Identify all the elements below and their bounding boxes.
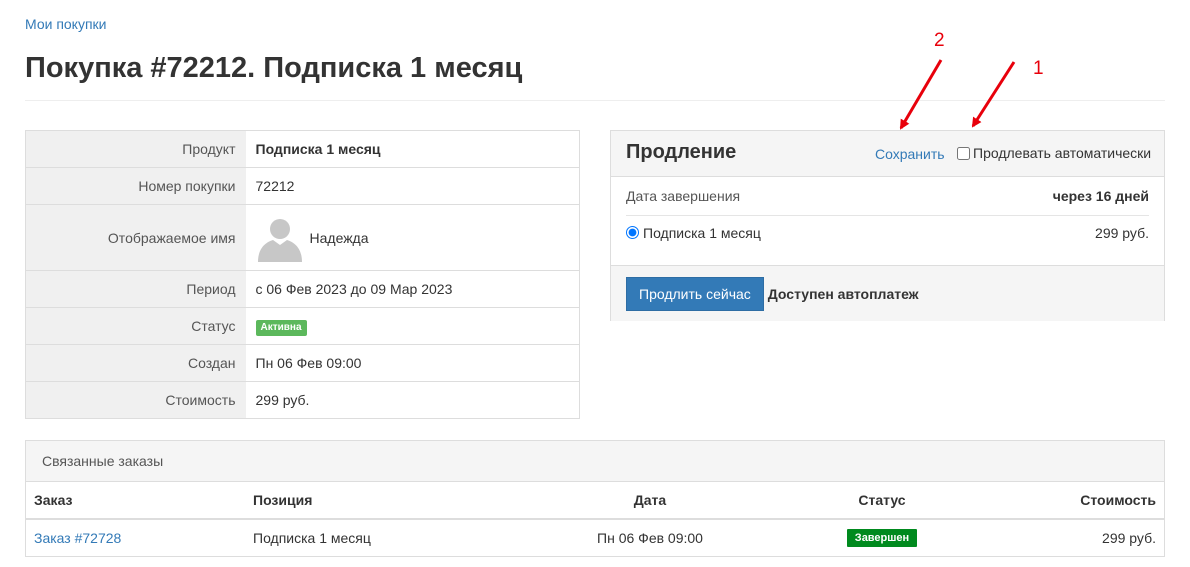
annotation-arrow-2	[899, 59, 943, 130]
save-link[interactable]: Сохранить	[875, 146, 945, 162]
info-label: Стоимость	[25, 381, 246, 419]
column-header-item: Позиция	[245, 482, 545, 520]
auto-renew-toggle[interactable]: Продлевать автоматически	[957, 145, 1151, 161]
renewal-title: Продление	[626, 141, 737, 163]
user-silhouette-icon	[257, 218, 302, 262]
related-orders-title: Связанные заказы	[26, 441, 1164, 482]
info-value: Подписка 1 месяц	[245, 130, 580, 168]
autopay-text: Доступен автоплатеж	[767, 285, 919, 302]
column-header-status: Статус	[755, 482, 1009, 520]
info-row-period: Период с 06 Фев 2023 до 09 Мар 2023	[25, 270, 580, 308]
renewal-header: Продление Сохранить Продлевать автоматич…	[611, 131, 1164, 177]
info-row-status: Статус Активна	[25, 307, 580, 345]
info-row-created: Создан Пн 06 Фев 09:00	[25, 344, 580, 382]
renewal-footer: Продлить сейчас Доступен автоплатеж	[611, 265, 1164, 321]
plan-label: Подписка 1 месяц	[643, 224, 761, 241]
info-row-product: Продукт Подписка 1 месяц	[25, 130, 580, 168]
info-row-display-name: Отображаемое имя Надежда	[25, 204, 580, 271]
table-header-row: Заказ Позиция Дата Статус Стоимость	[26, 482, 1164, 520]
column-header-order: Заказ	[26, 482, 245, 520]
plan-radio[interactable]	[626, 226, 639, 239]
auto-renew-label: Продлевать автоматически	[973, 145, 1152, 161]
column-header-cost: Стоимость	[1009, 482, 1164, 520]
auto-renew-checkbox[interactable]	[957, 146, 970, 160]
order-link[interactable]: Заказ #72728	[34, 530, 121, 546]
end-date-value: через 16 дней	[1052, 188, 1149, 204]
end-date-label: Дата завершения	[626, 188, 741, 204]
purchase-info-table: Продукт Подписка 1 месяц Номер покупки 7…	[25, 130, 580, 419]
page-title: Покупка #72212. Подписка 1 месяц	[25, 52, 523, 84]
status-badge: Активна	[255, 319, 307, 336]
display-name: Надежда	[309, 229, 369, 246]
annotation-number-1: 1	[1033, 58, 1044, 79]
plan-option-row[interactable]: Подписка 1 месяц 299 руб.	[626, 215, 1149, 249]
info-value: Пн 06 Фев 09:00	[245, 344, 580, 382]
info-row-number: Номер покупки 72212	[25, 167, 580, 205]
info-label: Отображаемое имя	[25, 204, 246, 271]
end-date-row: Дата завершения через 16 дней	[626, 177, 1149, 215]
info-value: с 06 Фев 2023 до 09 Мар 2023	[245, 270, 580, 308]
status-cell: Завершен	[755, 519, 1009, 555]
annotation-arrow-1	[971, 61, 1016, 128]
related-orders-panel: Связанные заказы Заказ Позиция Дата Стат…	[25, 440, 1165, 557]
info-label: Создан	[25, 344, 246, 382]
info-value: Активна	[245, 307, 580, 345]
info-label: Номер покупки	[25, 167, 246, 205]
renewal-body: Дата завершения через 16 дней Подписка 1…	[611, 177, 1164, 249]
item-cell: Подписка 1 месяц	[253, 529, 371, 546]
info-value: 72212	[245, 167, 580, 205]
annotation-number-2: 2	[934, 30, 945, 51]
info-row-cost: Стоимость 299 руб.	[25, 381, 580, 419]
info-value: 299 руб.	[245, 381, 580, 419]
order-cell: Заказ #72728	[26, 519, 245, 555]
renewal-panel: Продление Сохранить Продлевать автоматич…	[610, 130, 1165, 321]
info-label: Продукт	[25, 130, 246, 168]
column-header-date: Дата	[545, 482, 755, 520]
title-divider	[25, 100, 1165, 101]
date-cell: Пн 06 Фев 09:00	[597, 529, 703, 546]
breadcrumb-my-purchases[interactable]: Мои покупки	[25, 16, 107, 32]
table-row: Заказ #72728 Подписка 1 месяц Пн 06 Фев …	[26, 519, 1164, 555]
order-status-badge: Завершен	[846, 529, 918, 547]
related-orders-table: Заказ Позиция Дата Статус Стоимость Зака…	[26, 482, 1164, 555]
info-label: Период	[25, 270, 246, 308]
cost-cell: 299 руб.	[1102, 529, 1156, 546]
plan-option[interactable]: Подписка 1 месяц	[626, 225, 761, 241]
plan-price: 299 руб.	[1095, 224, 1149, 241]
info-label: Статус	[25, 307, 246, 345]
renew-now-button[interactable]: Продлить сейчас	[626, 276, 764, 311]
info-value: Надежда	[245, 204, 580, 271]
